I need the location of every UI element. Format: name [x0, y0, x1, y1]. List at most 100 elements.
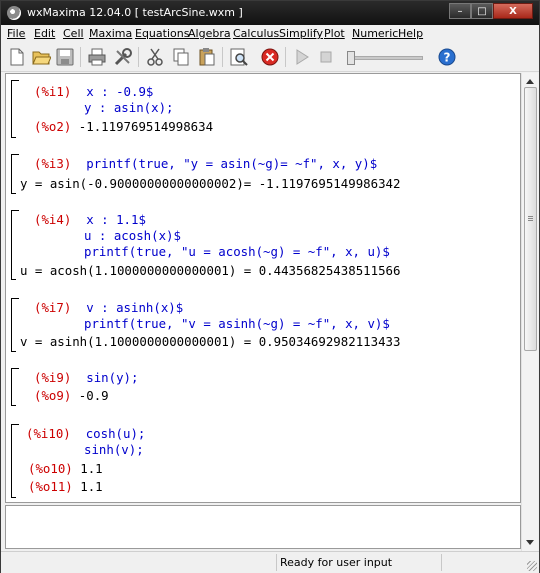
output-text: 1.1: [80, 479, 103, 494]
new-icon[interactable]: [7, 47, 27, 67]
menu-algebra[interactable]: Algebra: [188, 27, 231, 40]
input-text[interactable]: u : acosh(x)$: [84, 228, 181, 243]
help-icon[interactable]: ?: [437, 47, 457, 67]
menu-calculus[interactable]: Calculus: [233, 27, 279, 40]
svg-text:?: ?: [444, 51, 451, 65]
input-label: (%i7): [34, 300, 72, 315]
input-text[interactable]: printf(true, "v = asinh(~g) = ~f", x, v)…: [84, 316, 390, 331]
close-button[interactable]: X: [493, 3, 533, 19]
input-label: (%i4): [34, 212, 72, 227]
output-text: u = acosh(1.1000000000000001) = 0.443568…: [20, 263, 401, 278]
input-line[interactable]: (%i4) x : 1.1$: [34, 212, 146, 227]
toolbar-separator: [285, 47, 286, 67]
window-controls: – □ X: [449, 3, 533, 19]
interrupt-icon[interactable]: [260, 47, 280, 67]
stop-icon[interactable]: [316, 47, 336, 67]
status-divider: [441, 554, 442, 571]
status-divider: [276, 554, 277, 571]
toolbar: ?: [1, 43, 539, 72]
input-label: (%i10): [26, 426, 71, 441]
scrollbar-thumb[interactable]: [524, 87, 537, 351]
input-text[interactable]: x : 1.1$: [86, 212, 146, 227]
lower-pane[interactable]: [5, 505, 521, 549]
title-bar[interactable]: wxMaxima 12.04.0 [ testArcSine.wxm ] – □…: [1, 1, 539, 25]
input-label: (%i1): [34, 84, 72, 99]
menu-cell[interactable]: Cell: [63, 27, 84, 40]
print-icon[interactable]: [87, 47, 107, 67]
vertical-scrollbar[interactable]: [521, 73, 538, 551]
output-text: y = asin(-0.90000000000000002)= -1.11976…: [20, 176, 401, 191]
print-output-line: u = acosh(1.1000000000000001) = 0.443568…: [20, 263, 400, 278]
output-line: (%o9) -0.9: [34, 388, 109, 403]
animation-slider[interactable]: [347, 51, 423, 65]
output-label: (%o9): [34, 388, 72, 403]
input-text[interactable]: printf(true, "y = asin(~g)= ~f", x, y)$: [86, 156, 377, 171]
scroll-down-arrow-icon[interactable]: [526, 540, 534, 545]
menu-bar: File Edit Cell Maxima Equations Algebra …: [1, 25, 539, 43]
app-window: wxMaxima 12.04.0 [ testArcSine.wxm ] – □…: [0, 0, 540, 573]
input-line[interactable]: (%i1) x : -0.9$: [34, 84, 153, 99]
print-output-line: y = asin(-0.90000000000000002)= -1.11976…: [20, 176, 400, 191]
slider-track: [347, 56, 423, 60]
output-label: (%o11): [28, 479, 73, 494]
menu-equations[interactable]: Equations: [135, 27, 189, 40]
menu-maxima[interactable]: Maxima: [89, 27, 132, 40]
input-line[interactable]: sinh(v);: [84, 442, 144, 457]
print-output-line: v = asinh(1.1000000000000001) = 0.950346…: [20, 334, 400, 349]
menu-numeric[interactable]: Numeric: [352, 27, 398, 40]
cell-bracket[interactable]: [11, 154, 19, 194]
input-line[interactable]: y : asin(x);: [84, 100, 174, 115]
grip-line: [528, 220, 533, 221]
cell-bracket[interactable]: [11, 368, 19, 406]
toolbar-separator: [222, 47, 223, 67]
scroll-up-arrow-icon[interactable]: [526, 79, 534, 84]
input-text[interactable]: v : asinh(x)$: [86, 300, 183, 315]
input-line[interactable]: (%i10) cosh(u);: [26, 426, 145, 441]
input-text[interactable]: printf(true, "u = acosh(~g) = ~f", x, u)…: [84, 244, 390, 259]
status-message: Ready for user input: [280, 556, 393, 569]
play-icon[interactable]: [292, 47, 312, 67]
open-icon[interactable]: [31, 47, 51, 67]
cut-icon[interactable]: [145, 47, 165, 67]
input-text[interactable]: y : asin(x);: [84, 100, 174, 115]
menu-file[interactable]: File: [7, 27, 25, 40]
input-text[interactable]: cosh(u);: [86, 426, 146, 441]
output-label: (%o2): [34, 119, 72, 134]
input-label: (%i3): [34, 156, 72, 171]
menu-edit[interactable]: Edit: [34, 27, 55, 40]
menu-help[interactable]: Help: [398, 27, 423, 40]
input-line[interactable]: u : acosh(x)$: [84, 228, 181, 243]
output-line: (%o11) 1.1: [28, 479, 103, 494]
input-line[interactable]: printf(true, "v = asinh(~g) = ~f", x, v)…: [84, 316, 390, 331]
input-line[interactable]: (%i9) sin(y);: [34, 370, 138, 385]
output-text: 1.1: [80, 461, 103, 476]
input-line[interactable]: printf(true, "u = acosh(~g) = ~f", x, u)…: [84, 244, 390, 259]
menu-plot[interactable]: Plot: [324, 27, 345, 40]
cell-bracket[interactable]: [11, 210, 19, 280]
find-icon[interactable]: [229, 47, 249, 67]
toolbar-separator: [80, 47, 81, 67]
input-line[interactable]: (%i3) printf(true, "y = asin(~g)= ~f", x…: [34, 156, 377, 171]
output-line: (%o10) 1.1: [28, 461, 103, 476]
save-icon[interactable]: [55, 47, 75, 67]
copy-icon[interactable]: [171, 47, 191, 67]
input-line[interactable]: (%i7) v : asinh(x)$: [34, 300, 183, 315]
output-text: -1.119769514998634: [78, 119, 214, 134]
toolbar-separator: [138, 47, 139, 67]
cell-bracket[interactable]: [11, 424, 19, 498]
input-text[interactable]: x : -0.9$: [86, 84, 153, 99]
input-text[interactable]: sin(y);: [86, 370, 138, 385]
slider-thumb[interactable]: [347, 51, 355, 65]
worksheet[interactable]: (%i1) x : -0.9$ y : asin(x); (%o2) -1.11…: [5, 73, 521, 503]
cell-bracket[interactable]: [11, 80, 19, 138]
config-icon[interactable]: [113, 47, 133, 67]
paste-icon[interactable]: [197, 47, 217, 67]
grip-line: [528, 216, 533, 217]
minimize-button[interactable]: –: [449, 3, 471, 19]
cell-bracket[interactable]: [11, 298, 19, 352]
resize-grip-icon[interactable]: [527, 561, 537, 571]
menu-simplify[interactable]: Simplify: [279, 27, 323, 40]
maximize-button[interactable]: □: [471, 3, 493, 19]
output-line: (%o2) -1.119769514998634: [34, 119, 213, 134]
input-text[interactable]: sinh(v);: [84, 442, 144, 457]
